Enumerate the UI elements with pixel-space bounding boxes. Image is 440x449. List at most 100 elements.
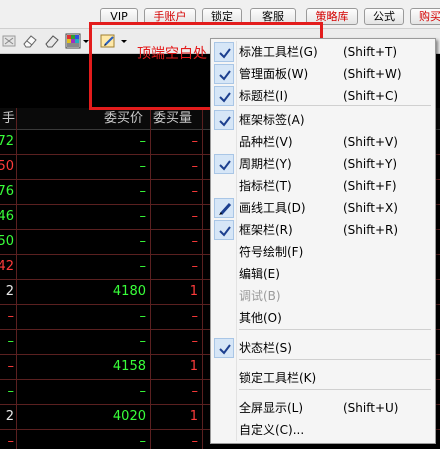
- checkmark-icon: [214, 64, 234, 84]
- menu-item-other[interactable]: 其他(O): [213, 307, 433, 329]
- cell-bid-price: 4020: [112, 409, 146, 424]
- checkmark-icon: [214, 338, 234, 358]
- cell-bid-price: –: [139, 134, 147, 149]
- cell-bid-volume: 1: [189, 409, 198, 424]
- cell-bid-volume: –: [191, 209, 199, 224]
- menu-item-shortcut: (Shift+W): [343, 67, 402, 81]
- cell-bid-volume: –: [191, 134, 199, 149]
- menu-item-label: 调试(B): [239, 289, 281, 303]
- menu-item-shortcut: (Shift+X): [343, 201, 398, 215]
- cell-bid-volume: –: [191, 434, 199, 449]
- menu-item-status-bar[interactable]: 状态栏(S): [213, 337, 433, 359]
- cell-volume: –: [7, 309, 15, 324]
- pencil-icon: [214, 198, 234, 218]
- formula-button[interactable]: 公式: [364, 8, 404, 25]
- menu-item-shortcut: (Shift+R): [343, 223, 399, 237]
- cell-volume: –: [7, 359, 15, 374]
- menu-item-debug: 调试(B): [213, 285, 433, 307]
- buy-button[interactable]: 购买: [410, 8, 440, 25]
- cell-volume: 2: [5, 409, 14, 424]
- cell-bid-price: 4158: [112, 359, 146, 374]
- menu-item-symbol-draw[interactable]: 符号绘制(F): [213, 241, 433, 263]
- cell-volume: –: [7, 384, 15, 399]
- scissors-icon[interactable]: [2, 33, 18, 49]
- cell-volume: 72: [0, 134, 14, 149]
- menu-item-label: 品种栏(V): [239, 135, 293, 149]
- menu-item-label: 锁定工具栏(K): [239, 371, 317, 385]
- cell-bid-volume: –: [191, 309, 199, 324]
- cell-volume: –: [7, 434, 15, 449]
- menu-item-shortcut: (Shift+C): [343, 89, 399, 103]
- cell-volume: 50: [0, 159, 14, 174]
- menu-item-label: 画线工具(D): [239, 201, 306, 215]
- checkmark-icon: [214, 110, 234, 130]
- menu-item-title-bar[interactable]: 标题栏(I) (Shift+C): [213, 85, 433, 107]
- cell-volume: 2: [5, 284, 14, 299]
- column-header[interactable]: 委买量: [153, 108, 192, 130]
- menu-item-label: 框架栏(R): [239, 223, 293, 237]
- menu-item-drawing-tools[interactable]: 画线工具(D) (Shift+X): [213, 197, 433, 219]
- menu-item-standard-toolbar[interactable]: 标准工具栏(G) (Shift+T): [213, 41, 433, 63]
- menu-item-shortcut: (Shift+T): [343, 45, 398, 59]
- menu-item-shortcut: (Shift+V): [343, 135, 398, 149]
- menu-item-label: 标准工具栏(G): [239, 45, 318, 59]
- cell-bid-volume: 1: [189, 284, 198, 299]
- menu-item-shortcut: (Shift+U): [343, 401, 399, 415]
- cell-bid-price: –: [139, 309, 147, 324]
- context-menu: 标准工具栏(G) (Shift+T) 管理面板(W) (Shift+W) 标题栏(I) (…: [210, 38, 436, 444]
- checkmark-icon: [214, 86, 234, 106]
- eraser-icon[interactable]: [44, 33, 60, 49]
- menu-item-customize[interactable]: 自定义(C)...: [213, 419, 433, 441]
- menu-item-label: 标题栏(I): [239, 89, 288, 103]
- menu-item-label: 状态栏(S): [239, 341, 292, 355]
- cell-bid-volume: 1: [189, 359, 198, 374]
- menu-item-shortcut: (Shift+Y): [343, 157, 398, 171]
- cell-volume: 50: [0, 234, 14, 249]
- column-header[interactable]: 委买价: [104, 108, 143, 130]
- menu-item-manage-panel[interactable]: 管理面板(W) (Shift+W): [213, 63, 433, 85]
- menu-item-symbol-bar[interactable]: 品种栏(V) (Shift+V): [213, 131, 433, 153]
- menu-separator: [239, 359, 431, 360]
- menu-item-lock-toolbar[interactable]: 锁定工具栏(K): [213, 367, 433, 389]
- menu-item-indicator-bar[interactable]: 指标栏(T) (Shift+F): [213, 175, 433, 197]
- cell-bid-volume: –: [191, 259, 199, 274]
- cell-bid-price: –: [139, 234, 147, 249]
- cell-bid-price: –: [139, 384, 147, 399]
- cell-volume: 76: [0, 184, 14, 199]
- eraser-icon[interactable]: [22, 33, 38, 49]
- cell-volume: 42: [0, 259, 14, 274]
- menu-item-edit[interactable]: 编辑(E): [213, 263, 433, 285]
- menu-item-label: 其他(O): [239, 311, 282, 325]
- menu-item-period-bar[interactable]: 周期栏(Y) (Shift+Y): [213, 153, 433, 175]
- menu-item-fullscreen[interactable]: 全屏显示(L) (Shift+U): [213, 397, 433, 419]
- cell-bid-price: –: [139, 259, 147, 274]
- menu-separator: [239, 389, 431, 390]
- menu-item-shortcut: (Shift+F): [343, 179, 397, 193]
- cell-bid-price: –: [139, 184, 147, 199]
- menu-item-label: 框架标签(A): [239, 113, 305, 127]
- cell-bid-volume: –: [191, 184, 199, 199]
- cell-bid-volume: –: [191, 234, 199, 249]
- checkmark-icon: [214, 42, 234, 62]
- cell-bid-price: –: [139, 434, 147, 449]
- menu-item-label: 自定义(C)...: [239, 423, 305, 437]
- cell-bid-volume: –: [191, 159, 199, 174]
- menu-item-label: 编辑(E): [239, 267, 280, 281]
- cell-bid-volume: –: [191, 384, 199, 399]
- cell-bid-price: –: [139, 334, 147, 349]
- cell-bid-price: –: [139, 209, 147, 224]
- menu-item-label: 指标栏(T): [239, 179, 292, 193]
- menu-item-label: 符号绘制(F): [239, 245, 304, 259]
- menu-item-label: 周期栏(Y): [239, 157, 292, 171]
- grid-color-icon[interactable]: [65, 33, 81, 49]
- cell-volume: 46: [0, 209, 14, 224]
- menu-item-label: 全屏显示(L): [239, 401, 304, 415]
- checkmark-icon: [214, 154, 234, 174]
- menu-item-frame-bar[interactable]: 框架栏(R) (Shift+R): [213, 219, 433, 241]
- cell-volume: –: [7, 334, 15, 349]
- menu-separator: [239, 105, 431, 106]
- column-header[interactable]: 手: [2, 108, 15, 130]
- cell-bid-price: 4180: [112, 284, 146, 299]
- menu-item-frame-tabs[interactable]: 框架标签(A): [213, 109, 433, 131]
- menu-item-label: 管理面板(W): [239, 67, 309, 81]
